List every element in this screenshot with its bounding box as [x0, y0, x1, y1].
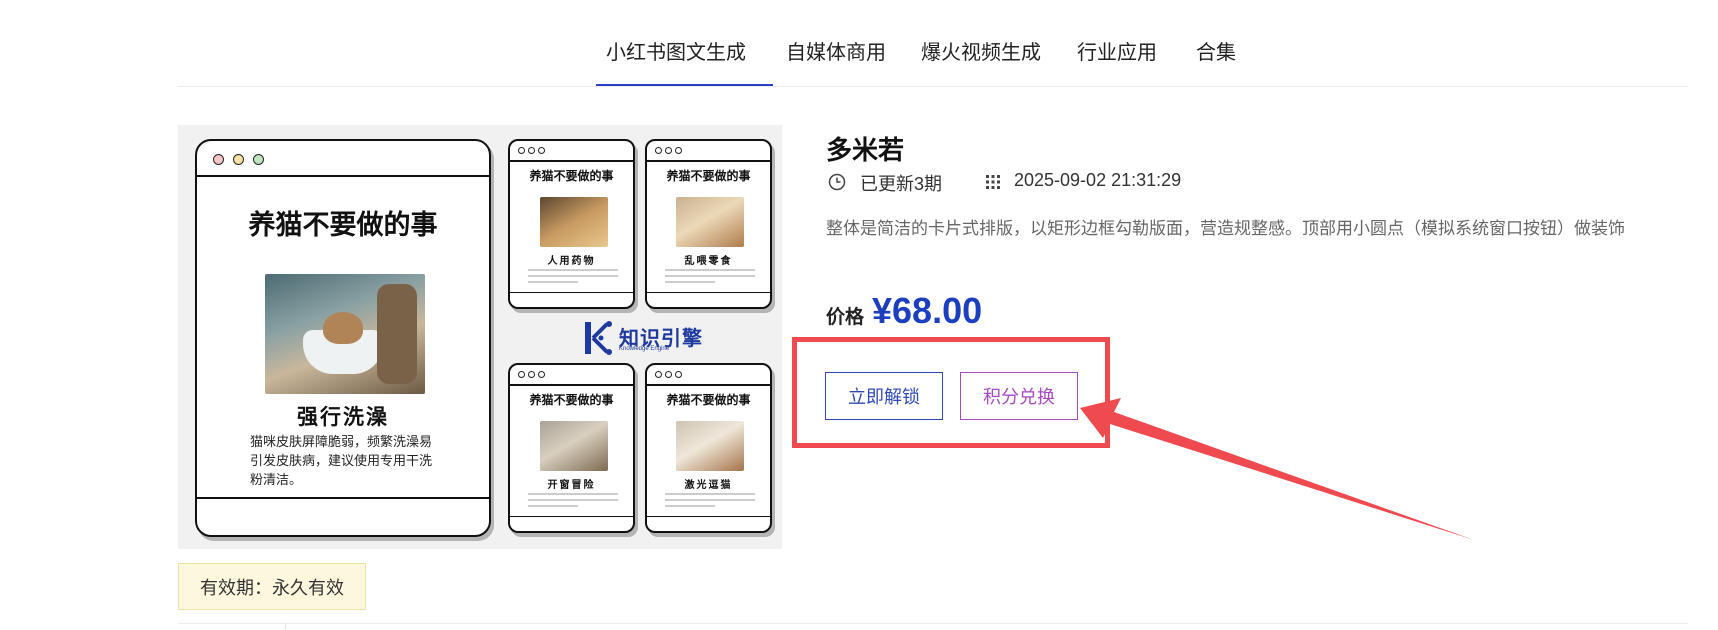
- bottom-divider: [178, 623, 1688, 624]
- window-dot-icon: [518, 147, 525, 154]
- tab-self-media[interactable]: 自媒体商用: [786, 36, 886, 65]
- validity-badge: 有效期：永久有效: [178, 563, 366, 610]
- preview-main-card: 养猫不要做的事 强行洗澡 猫咪皮肤屏障脆弱，频繁洗澡易 引发皮肤病，建议使用专用…: [195, 139, 491, 537]
- cat-medicine-photo: [540, 197, 608, 247]
- window-dot-icon: [518, 371, 525, 378]
- clock-icon: [828, 173, 846, 191]
- window-dot-icon: [655, 371, 662, 378]
- preview-small-card: 养猫不要做的事 乱喂零食: [645, 139, 772, 309]
- preview-small-card: 养猫不要做的事 开窗冒险: [508, 363, 635, 533]
- cat-window-photo: [540, 421, 608, 471]
- window-dot-icon: [675, 371, 682, 378]
- cat-snack-photo: [676, 197, 744, 247]
- knowledge-engine-logo: 知识引擎 Knowledge Engine: [583, 318, 723, 358]
- price-label: 价格: [826, 307, 865, 328]
- update-count: 已更新3期: [860, 174, 943, 194]
- cat-laser-photo: [676, 421, 744, 471]
- product-title: 多米若: [826, 135, 905, 165]
- window-dot-icon: [528, 371, 535, 378]
- update-timestamp: 2025-09-02 21:31:29: [1014, 170, 1182, 190]
- product-summary: 整体是简洁的卡片式排版，以矩形边框勾勒版面，营造规整感。顶部用小圆点（模拟系统窗…: [826, 219, 1625, 238]
- main-card-title: 养猫不要做的事: [248, 210, 438, 240]
- price-value: ¥68.00: [872, 290, 983, 331]
- preview-small-card: 养猫不要做的事 激光逗猫: [645, 363, 772, 533]
- window-dot-icon: [528, 147, 535, 154]
- points-exchange-button[interactable]: 积分兑换: [960, 372, 1078, 420]
- main-card-desc: 猫咪皮肤屏障脆弱，频繁洗澡易: [250, 434, 433, 449]
- product-preview-image[interactable]: 养猫不要做的事 强行洗澡 猫咪皮肤屏障脆弱，频繁洗澡易 引发皮肤病，建议使用专用…: [178, 125, 782, 549]
- window-dot-icon: [655, 147, 662, 154]
- main-card-caption: 强行洗澡: [297, 406, 389, 429]
- logo-mark-icon: [585, 321, 612, 355]
- window-dot-icon: [665, 371, 672, 378]
- window-dot-icon: [233, 154, 244, 165]
- window-dot-icon: [253, 154, 264, 165]
- calendar-icon: [986, 175, 1000, 189]
- unlock-button[interactable]: 立即解锁: [825, 372, 943, 420]
- window-dot-icon: [538, 147, 545, 154]
- tab-industry[interactable]: 行业应用: [1077, 36, 1157, 65]
- cat-bath-photo: [265, 274, 425, 394]
- window-dot-icon: [665, 147, 672, 154]
- preview-small-card: 养猫不要做的事 人用药物: [508, 139, 635, 309]
- window-dot-icon: [675, 147, 682, 154]
- tab-viral-video[interactable]: 爆火视频生成: [921, 36, 1041, 65]
- category-tabs: 小红书图文生成 自媒体商用 爆火视频生成 行业应用 合集: [0, 0, 1718, 88]
- window-dot-icon: [213, 154, 224, 165]
- window-dot-icon: [538, 371, 545, 378]
- tabs-divider: [178, 86, 1688, 87]
- tab-xiaohongshu[interactable]: 小红书图文生成: [606, 36, 746, 65]
- tab-collection[interactable]: 合集: [1196, 36, 1236, 65]
- logo-subtext: Knowledge Engine: [619, 346, 670, 352]
